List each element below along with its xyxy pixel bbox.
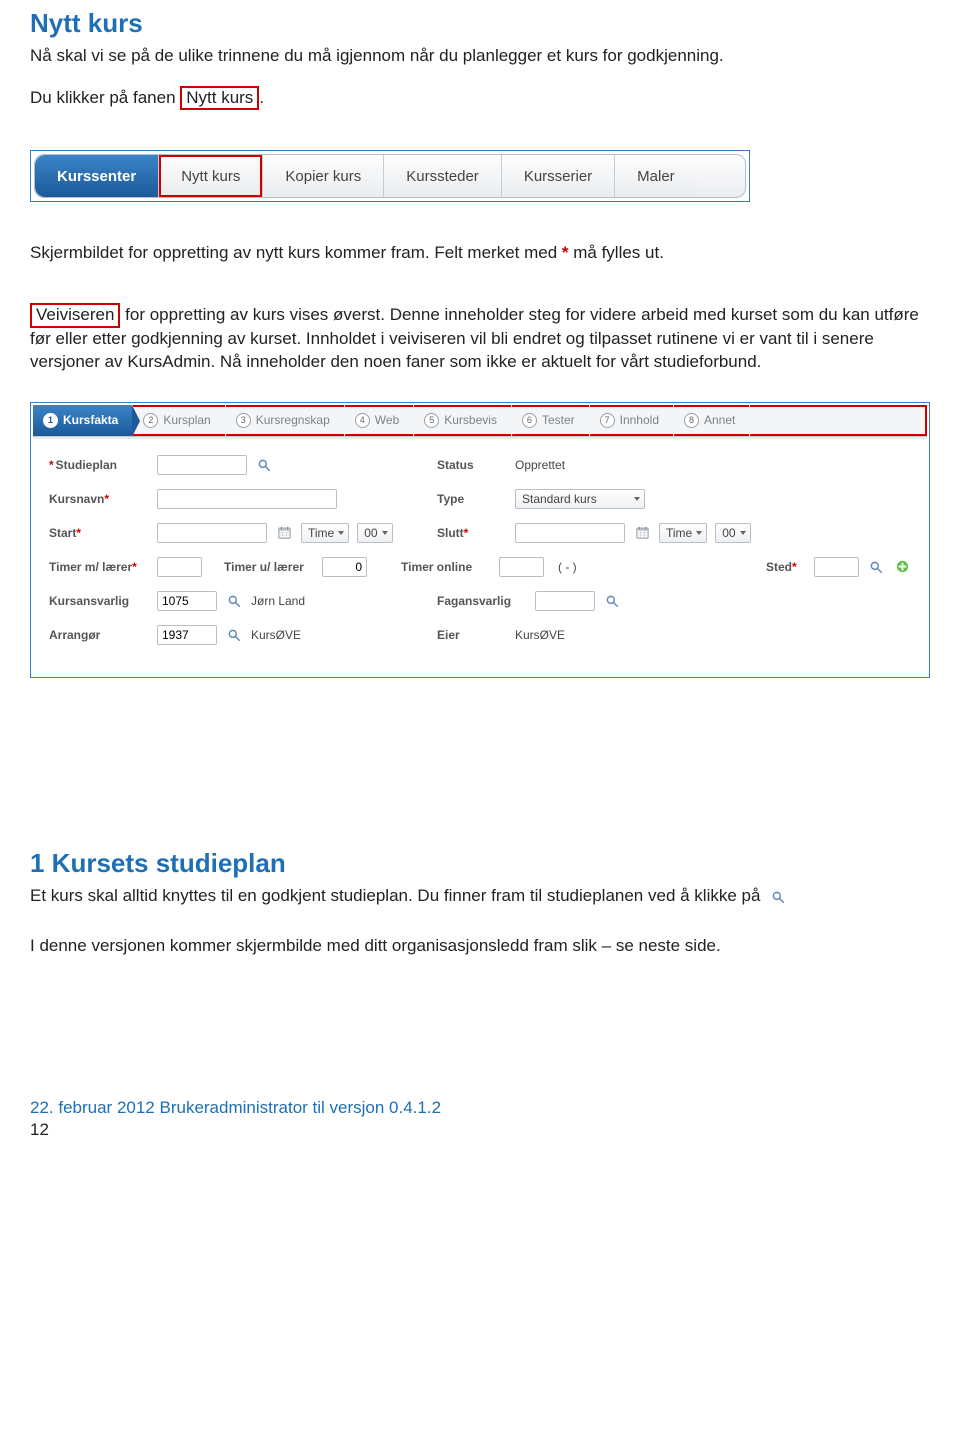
wizard-step-label: Web xyxy=(375,413,399,427)
arrangor-name: KursØVE xyxy=(251,628,301,642)
kursansvarlig-name: Jørn Land xyxy=(251,594,305,608)
wizard-step-kursbevis[interactable]: 5 Kursbevis xyxy=(414,405,512,436)
tab-kurssteder[interactable]: Kurssteder xyxy=(384,155,502,197)
para3-post: må fylles ut. xyxy=(569,243,664,262)
status-label: Status xyxy=(437,458,507,472)
search-icon[interactable] xyxy=(225,626,243,644)
sted-input[interactable] xyxy=(814,557,859,577)
wizard-step-label: Kursplan xyxy=(163,413,210,427)
kursnavn-input[interactable] xyxy=(157,489,337,509)
wizard-step-tester[interactable]: 6 Tester xyxy=(512,405,590,436)
wizard-step-web[interactable]: 4 Web xyxy=(345,405,414,436)
wizard-step-num: 8 xyxy=(684,413,699,428)
kursnavn-label: Kursnavn* xyxy=(49,492,149,506)
search-icon[interactable] xyxy=(225,592,243,610)
wizard-steps: 1 Kursfakta 2 Kursplan 3 Kursregnskap 4 … xyxy=(33,405,927,437)
para-veiviseren: Veiviseren for oppretting av kurs vises … xyxy=(30,303,930,373)
arrangor-id-input[interactable] xyxy=(157,625,217,645)
tab-nytt-kurs[interactable]: Nytt kurs xyxy=(159,155,263,197)
search-icon[interactable] xyxy=(603,592,621,610)
intro-paragraph-2: Du klikker på fanen Nytt kurs. xyxy=(30,86,930,110)
tabbar: Kurssenter Nytt kurs Kopier kurs Kursste… xyxy=(34,154,746,198)
arrangor-label: Arrangør xyxy=(49,628,149,642)
fagansvarlig-label: Fagansvarlig xyxy=(437,594,527,608)
tab-kursserier[interactable]: Kursserier xyxy=(502,155,615,197)
start-time-select[interactable]: Time xyxy=(301,523,349,543)
sted-label: Sted* xyxy=(766,560,806,574)
slutt-label: Slutt* xyxy=(437,526,507,540)
para2-post: . xyxy=(259,88,264,107)
wizard-step-num: 6 xyxy=(522,413,537,428)
wizard-step-annet[interactable]: 8 Annet xyxy=(674,405,750,436)
heading-studieplan: 1 Kursets studieplan xyxy=(30,848,930,879)
wizard-step-num: 3 xyxy=(236,413,251,428)
required-star: * xyxy=(562,243,569,262)
wizard-screenshot: 1 Kursfakta 2 Kursplan 3 Kursregnskap 4 … xyxy=(30,402,930,678)
type-select[interactable]: Standard kurs xyxy=(515,489,645,509)
timer-online-extra: ( - ) xyxy=(558,560,577,574)
wizard-step-label: Annet xyxy=(704,413,735,427)
start-label: Start* xyxy=(49,526,149,540)
highlighted-tab-name: Nytt kurs xyxy=(180,86,259,110)
calendar-icon[interactable] xyxy=(275,524,293,542)
timer-online-label: Timer online xyxy=(401,560,491,574)
wizard-step-label: Kursbevis xyxy=(444,413,497,427)
kursfakta-form: *Studieplan Status Opprettet Kursnavn* xyxy=(33,437,927,675)
highlighted-veiviseren: Veiviseren xyxy=(30,303,120,327)
calendar-icon[interactable] xyxy=(633,524,651,542)
add-icon[interactable] xyxy=(893,558,911,576)
wizard-step-kursregnskap[interactable]: 3 Kursregnskap xyxy=(226,405,345,436)
wizard-step-innhold[interactable]: 7 Innhold xyxy=(590,405,674,436)
status-value: Opprettet xyxy=(515,458,565,472)
wizard-step-label: Kursfakta xyxy=(63,413,118,427)
footer-page-number: 12 xyxy=(30,1120,930,1140)
para3-pre: Skjermbildet for oppretting av nytt kurs… xyxy=(30,243,562,262)
slutt-time-select[interactable]: Time xyxy=(659,523,707,543)
wizard-step-kursfakta[interactable]: 1 Kursfakta xyxy=(33,405,133,436)
para-studieplan: Et kurs skal alltid knyttes til en godkj… xyxy=(30,885,930,908)
timer-m-input[interactable] xyxy=(157,557,202,577)
search-icon xyxy=(771,888,789,906)
eier-value: KursØVE xyxy=(515,628,565,642)
intro-paragraph-1: Nå skal vi se på de ulike trinnene du må… xyxy=(30,45,930,68)
tab-kurssenter[interactable]: Kurssenter xyxy=(35,155,159,197)
wizard-step-num: 1 xyxy=(43,413,58,428)
wizard-step-num: 7 xyxy=(600,413,615,428)
tab-maler[interactable]: Maler xyxy=(615,155,697,197)
start-date-input[interactable] xyxy=(157,523,267,543)
tabbar-screenshot: Kurssenter Nytt kurs Kopier kurs Kursste… xyxy=(30,150,750,202)
wizard-step-label: Tester xyxy=(542,413,575,427)
search-icon[interactable] xyxy=(867,558,885,576)
fagansvarlig-input[interactable] xyxy=(535,591,595,611)
timer-online-input[interactable] xyxy=(499,557,544,577)
kursansvarlig-id-input[interactable] xyxy=(157,591,217,611)
eier-label: Eier xyxy=(437,628,507,642)
search-icon[interactable] xyxy=(255,456,273,474)
slutt-hh-select[interactable]: 00 xyxy=(715,523,750,543)
timer-m-label: Timer m/ lærer* xyxy=(49,560,149,574)
wizard-step-num: 2 xyxy=(143,413,158,428)
type-label: Type xyxy=(437,492,507,506)
kursansvarlig-label: Kursansvarlig xyxy=(49,594,149,608)
studieplan-input[interactable] xyxy=(157,455,247,475)
para-required-fields: Skjermbildet for oppretting av nytt kurs… xyxy=(30,242,930,265)
para4-rest: for oppretting av kurs vises øverst. Den… xyxy=(30,305,919,370)
footer: 22. februar 2012 Brukeradministrator til… xyxy=(30,1098,930,1140)
heading-nytt-kurs: Nytt kurs xyxy=(30,8,930,39)
wizard-step-num: 5 xyxy=(424,413,439,428)
wizard-step-label: Kursregnskap xyxy=(256,413,330,427)
timer-u-input[interactable] xyxy=(322,557,367,577)
studieplan-label: *Studieplan xyxy=(49,458,149,472)
start-hh-select[interactable]: 00 xyxy=(357,523,392,543)
para-next-page: I denne versjonen kommer skjermbilde med… xyxy=(30,935,930,958)
tab-kopier-kurs[interactable]: Kopier kurs xyxy=(263,155,384,197)
para2-pre: Du klikker på fanen xyxy=(30,88,180,107)
slutt-date-input[interactable] xyxy=(515,523,625,543)
wizard-step-label: Innhold xyxy=(620,413,659,427)
timer-u-label: Timer u/ lærer xyxy=(224,560,314,574)
wizard-step-num: 4 xyxy=(355,413,370,428)
wizard-step-kursplan[interactable]: 2 Kursplan xyxy=(133,405,225,436)
footer-line: 22. februar 2012 Brukeradministrator til… xyxy=(30,1098,441,1117)
